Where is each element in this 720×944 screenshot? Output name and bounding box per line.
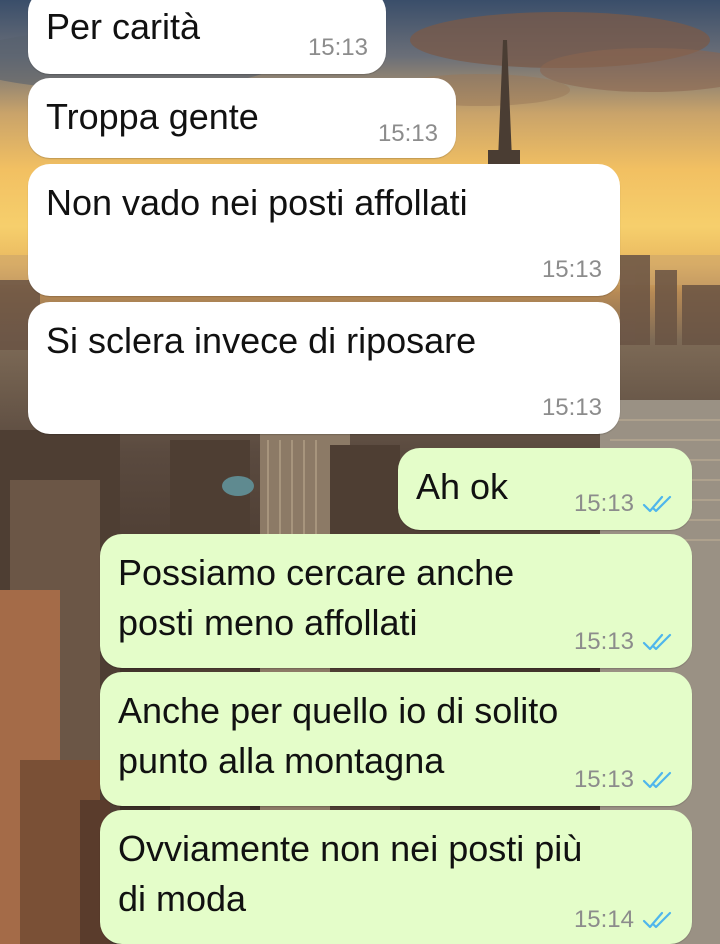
message-text: Troppa gente — [46, 96, 259, 137]
message-meta: 15:13 — [308, 34, 368, 62]
double-check-icon — [642, 495, 672, 513]
message-meta: 15:13 — [542, 394, 602, 422]
message-timestamp: 15:13 — [307, 34, 368, 61]
message-meta: 15:14 — [574, 906, 674, 934]
incoming-message-bubble[interactable]: Troppa gente 15:13 — [28, 78, 456, 158]
message-timestamp: 15:13 — [377, 120, 438, 147]
message-text: Possiamo cercare anche posti meno affoll… — [118, 552, 515, 643]
incoming-message-bubble[interactable]: Si sclera invece di riposare 15:13 — [28, 302, 620, 434]
outgoing-message-bubble[interactable]: Anche per quello io di solito punto alla… — [100, 672, 692, 806]
message-timestamp: 15:13 — [573, 766, 634, 793]
outgoing-message-bubble[interactable]: Ah ok 15:13 — [398, 448, 692, 530]
incoming-message-bubble[interactable]: Non vado nei posti affollati 15:13 — [28, 164, 620, 296]
outgoing-message-bubble[interactable]: Possiamo cercare anche posti meno affoll… — [100, 534, 692, 668]
message-meta: 15:13 — [574, 490, 674, 518]
message-meta: 15:13 — [542, 256, 602, 284]
message-text: Anche per quello io di solito punto alla… — [118, 690, 559, 781]
incoming-message-bubble[interactable]: Per carità 15:13 — [28, 0, 386, 74]
message-text: Non vado nei posti affollati — [46, 182, 468, 223]
message-meta: 15:13 — [574, 766, 674, 794]
double-check-icon — [642, 633, 672, 651]
message-timestamp: 15:13 — [573, 490, 634, 517]
outgoing-message-bubble[interactable]: Ovviamente non nei posti più di moda 15:1… — [100, 810, 692, 944]
message-text: Ah ok — [416, 466, 509, 507]
message-timestamp: 15:13 — [573, 628, 634, 655]
message-text: Si sclera invece di riposare — [46, 320, 477, 361]
message-meta: 15:13 — [574, 628, 674, 656]
message-meta: 15:13 — [378, 120, 438, 148]
message-text: Per carità — [46, 6, 201, 47]
double-check-icon — [642, 771, 672, 789]
message-timestamp: 15:13 — [541, 256, 602, 283]
message-timestamp: 15:13 — [541, 394, 602, 421]
double-check-icon — [642, 911, 672, 929]
message-text: Ovviamente non nei posti più di moda — [118, 828, 583, 919]
message-timestamp: 15:14 — [573, 906, 634, 933]
